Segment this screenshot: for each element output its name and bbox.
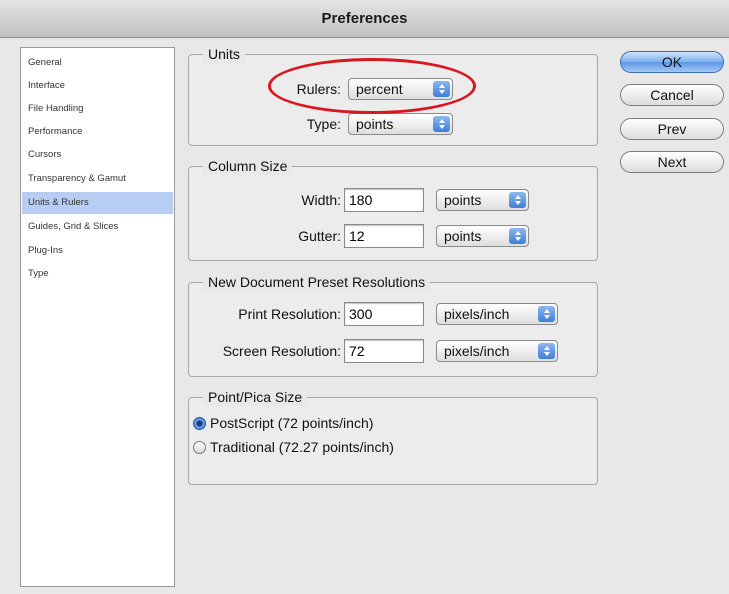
stepper-arrows-icon — [538, 306, 555, 322]
prev-button[interactable]: Prev — [620, 118, 724, 140]
print-resolution-unit-value: pixels/inch — [444, 306, 510, 322]
print-resolution-input[interactable] — [344, 302, 424, 326]
screen-resolution-unit-select[interactable]: pixels/inch — [436, 340, 558, 362]
print-resolution-unit-select[interactable]: pixels/inch — [436, 303, 558, 325]
rulers-select[interactable]: percent — [348, 78, 453, 100]
sidebar-item-plug-ins[interactable]: Plug-Ins — [22, 240, 173, 262]
gutter-unit-select[interactable]: points — [436, 225, 529, 247]
point-pica-panel: Point/Pica Size PostScript (72 points/in… — [188, 388, 598, 485]
ok-button[interactable]: OK — [620, 51, 724, 73]
sidebar-item-performance[interactable]: Performance — [22, 121, 173, 143]
resolutions-panel: New Document Preset Resolutions Print Re… — [188, 273, 598, 377]
traditional-option[interactable]: Traditional (72.27 points/inch) — [193, 437, 394, 457]
sidebar: General Interface File Handling Performa… — [20, 47, 175, 587]
column-size-panel: Column Size Width: points Gutter: points — [188, 157, 598, 261]
print-resolution-label: Print Resolution: — [238, 306, 341, 322]
sidebar-item-file-handling[interactable]: File Handling — [22, 98, 173, 120]
rulers-label: Rulers: — [296, 81, 341, 97]
radio-unselected-icon[interactable] — [193, 440, 206, 454]
point-pica-panel-title: Point/Pica Size — [203, 388, 308, 406]
title-bar: Preferences — [0, 0, 729, 38]
sidebar-item-type[interactable]: Type — [22, 263, 173, 285]
width-label: Width: — [301, 192, 341, 208]
screen-resolution-unit-value: pixels/inch — [444, 343, 510, 359]
sidebar-item-interface[interactable]: Interface — [22, 75, 173, 97]
units-panel: Units Rulers: percent Type: points — [188, 45, 598, 146]
sidebar-item-transparency-gamut[interactable]: Transparency & Gamut — [22, 168, 173, 190]
sidebar-item-guides-grid-slices[interactable]: Guides, Grid & Slices — [22, 216, 173, 238]
postscript-label: PostScript (72 points/inch) — [210, 415, 374, 431]
stepper-arrows-icon — [509, 228, 526, 244]
type-label: Type: — [306, 116, 341, 132]
resolutions-panel-title: New Document Preset Resolutions — [203, 273, 431, 291]
radio-selected-icon[interactable] — [193, 416, 206, 430]
width-input[interactable] — [344, 188, 424, 212]
width-unit-select[interactable]: points — [436, 189, 529, 211]
preferences-window: General Interface File Handling Performa… — [0, 38, 729, 594]
units-panel-title: Units — [203, 45, 245, 63]
gutter-input[interactable] — [344, 224, 424, 248]
width-unit-value: points — [444, 192, 482, 208]
traditional-label: Traditional (72.27 points/inch) — [210, 439, 394, 455]
postscript-option[interactable]: PostScript (72 points/inch) — [193, 413, 373, 433]
sidebar-item-cursors[interactable]: Cursors — [22, 144, 173, 166]
rulers-select-value: percent — [356, 81, 403, 97]
stepper-arrows-icon — [433, 81, 450, 97]
window-title: Preferences — [321, 10, 408, 27]
stepper-arrows-icon — [538, 343, 555, 359]
stepper-arrows-icon — [433, 116, 450, 132]
cancel-button[interactable]: Cancel — [620, 84, 724, 106]
screen-resolution-input[interactable] — [344, 339, 424, 363]
next-button[interactable]: Next — [620, 151, 724, 173]
column-size-panel-title: Column Size — [203, 157, 293, 175]
stepper-arrows-icon — [509, 192, 526, 208]
gutter-unit-value: points — [444, 228, 482, 244]
sidebar-item-general[interactable]: General — [22, 52, 173, 74]
type-select[interactable]: points — [348, 113, 453, 135]
type-select-value: points — [356, 116, 394, 132]
sidebar-item-units-rulers[interactable]: Units & Rulers — [22, 192, 173, 214]
screen-resolution-label: Screen Resolution: — [222, 343, 341, 359]
gutter-label: Gutter: — [298, 228, 341, 244]
